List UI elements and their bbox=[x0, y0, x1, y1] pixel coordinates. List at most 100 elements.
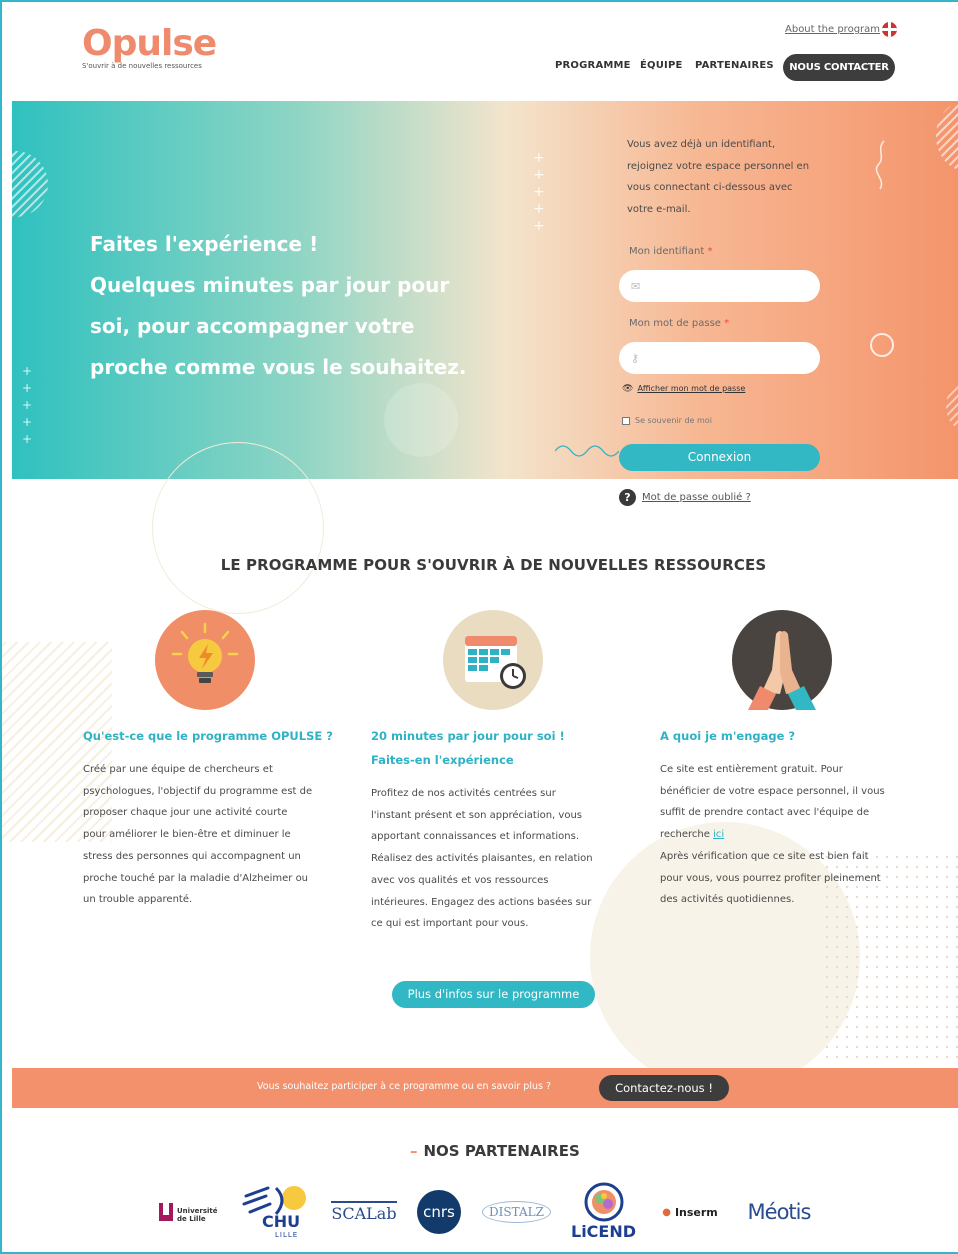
column-text: Créé par une équipe de chercheurs et psy… bbox=[83, 759, 333, 911]
text-line: apportant connaissances et informations. bbox=[371, 831, 580, 843]
partner-logo-distalz[interactable]: DISTALZ bbox=[479, 1182, 554, 1242]
hero-headline-line: proche comme vous le souhaitez. bbox=[90, 355, 467, 379]
partner-name: Université de Lille bbox=[177, 1207, 218, 1223]
remember-me-checkbox[interactable] bbox=[622, 416, 630, 425]
column-text: Profitez de nos activités centrées sur l… bbox=[371, 783, 616, 935]
column-text: Ce site est entièrement gratuit. Pour bé… bbox=[660, 759, 905, 911]
plus-pattern-decoration: + + + + + bbox=[22, 364, 33, 446]
about-program-link[interactable]: About the program bbox=[785, 24, 880, 35]
partner-logo-cnrs[interactable]: cnrs bbox=[415, 1182, 463, 1242]
calendar-clock-icon bbox=[443, 610, 543, 710]
nav-partenaires[interactable]: PARTENAIRES bbox=[695, 60, 774, 71]
partner-name: SCALab bbox=[331, 1201, 397, 1223]
logo-wordmark: Opulse bbox=[82, 23, 217, 64]
text-line: proche touché par la maladie d'Alzheimer… bbox=[83, 872, 309, 884]
identifier-label: Mon identifiant * bbox=[629, 246, 712, 257]
partner-name: Inserm bbox=[674, 1205, 718, 1219]
column-title: 20 minutes par jour pour soi ! Faites-en… bbox=[371, 724, 621, 772]
text-line: Réalisez des activités plaisantes, en re… bbox=[371, 853, 593, 865]
program-section-title: LE PROGRAMME POUR S'OUVRIR À DE NOUVELLE… bbox=[220, 556, 767, 574]
login-intro-text: Vous avez déjà un identifiant, rejoignez… bbox=[627, 134, 842, 220]
circle-decoration bbox=[152, 442, 324, 614]
logo-tagline: S'ouvrir à de nouvelles ressources bbox=[82, 62, 202, 70]
inserm-mark-icon: ● bbox=[662, 1206, 671, 1218]
ring-decoration bbox=[870, 333, 894, 357]
nav-contact-button[interactable]: NOUS CONTACTER bbox=[783, 54, 895, 81]
nav-programme[interactable]: PROGRAMME bbox=[555, 60, 631, 71]
connexion-button[interactable]: Connexion bbox=[619, 444, 820, 471]
opulse-logo[interactable]: Opulse S'ouvrir à de nouvelles ressource… bbox=[82, 23, 217, 71]
forgot-password-text: Mot de passe oublié ? bbox=[642, 492, 751, 503]
partner-name: LiCEND bbox=[571, 1222, 637, 1241]
contact-us-button[interactable]: Contactez-nous ! bbox=[599, 1075, 729, 1101]
partners-title-text: NOS PARTENAIRES bbox=[423, 1142, 580, 1160]
text-line: ce qui est important pour vous. bbox=[371, 918, 529, 930]
cta-banner: Vous souhaitez participer à ce programme… bbox=[12, 1068, 958, 1108]
cta-text: Vous souhaitez participer à ce programme… bbox=[257, 1081, 551, 1092]
password-field[interactable]: ⚷ bbox=[619, 342, 820, 374]
eye-icon: 👁 bbox=[622, 384, 634, 394]
partner-logo-licend[interactable]: LiCEND bbox=[567, 1182, 641, 1242]
stripes-decoration bbox=[946, 381, 958, 431]
required-mark: * bbox=[707, 246, 713, 257]
nav-equipe[interactable]: ÉQUIPE bbox=[640, 60, 683, 71]
text-line: Ce site est entièrement gratuit. Pour bbox=[660, 764, 843, 775]
partner-subname: LILLE bbox=[275, 1231, 299, 1239]
login-intro-line: rejoignez votre espace personnel en bbox=[627, 160, 810, 172]
hero-headline-line: Faites l'expérience ! bbox=[90, 232, 319, 256]
stripes-decoration bbox=[12, 151, 48, 217]
squiggle-decoration bbox=[875, 140, 885, 190]
more-info-button[interactable]: Plus d'infos sur le programme bbox=[392, 981, 595, 1008]
title-dash: – bbox=[410, 1142, 418, 1160]
partner-name: DISTALZ bbox=[482, 1201, 551, 1223]
login-intro-line: votre e-mail. bbox=[627, 203, 691, 215]
text-line: intérieures. Engagez des actions basées … bbox=[371, 896, 592, 908]
partner-logo-meotis[interactable]: Méotis bbox=[745, 1182, 813, 1242]
stripes-decoration bbox=[936, 101, 958, 171]
required-mark: * bbox=[724, 318, 730, 329]
password-label-text: Mon mot de passe bbox=[629, 318, 721, 329]
partner-logo-universite-lille[interactable]: Université de Lille bbox=[157, 1182, 222, 1242]
wave-decoration bbox=[555, 445, 619, 457]
show-password-link[interactable]: 👁 Afficher mon mot de passe bbox=[622, 384, 745, 394]
text-line: Créé par une équipe de chercheurs et bbox=[83, 764, 273, 775]
text-line: pour vous, vous pourrez profiter pleinem… bbox=[660, 872, 881, 884]
plus-pattern-decoration: + + + + + bbox=[533, 150, 545, 234]
text-line: suffit de prendre contact avec l'équipe … bbox=[660, 807, 870, 819]
text-line: des activités quotidiennes. bbox=[660, 894, 795, 906]
envelope-icon: ✉ bbox=[631, 280, 641, 293]
partner-name: CHU bbox=[262, 1212, 301, 1231]
text-segment: recherche bbox=[660, 829, 710, 841]
text-line: Profitez de nos activités centrées sur bbox=[371, 788, 556, 799]
hero-headline-line: Quelques minutes par jour pour bbox=[90, 273, 450, 297]
circle-decoration bbox=[384, 383, 458, 457]
lightbulb-icon bbox=[155, 610, 255, 710]
text-line: proposer chaque jour une activité courte bbox=[83, 807, 288, 819]
key-icon: ⚷ bbox=[631, 352, 640, 365]
partner-logo-chu-lille[interactable]: CHU LILLE bbox=[240, 1182, 312, 1242]
partner-logo-inserm[interactable]: ● Inserm bbox=[659, 1182, 721, 1242]
hero-banner: + + + + + + + + + + Faites l'expérience ! Quelqu… bbox=[12, 101, 958, 479]
text-line: l'instant présent et son appréciation, v… bbox=[371, 809, 582, 821]
text-line: avec vos qualités et vos ressources bbox=[371, 874, 549, 886]
column-title: A quoi je m'engage ? bbox=[660, 729, 796, 743]
contact-here-link[interactable]: ici bbox=[713, 829, 724, 840]
text-line: Après vérification que ce site est bien … bbox=[660, 850, 869, 862]
column-title-line: 20 minutes par jour pour soi ! bbox=[371, 729, 565, 743]
remember-me-label: Se souvenir de moi bbox=[635, 416, 712, 425]
hero-headline-line: soi, pour accompagner votre bbox=[90, 314, 415, 338]
remember-me[interactable]: Se souvenir de moi bbox=[622, 416, 712, 425]
page-frame: Opulse S'ouvrir à de nouvelles ressource… bbox=[0, 0, 958, 1254]
password-label: Mon mot de passe * bbox=[629, 318, 729, 329]
partner-name: cnrs bbox=[417, 1190, 461, 1234]
hands-clasp-icon bbox=[732, 610, 832, 710]
partner-name: Méotis bbox=[747, 1200, 812, 1224]
login-intro-line: vous connectant ci-dessous avec bbox=[627, 182, 793, 193]
identifier-field[interactable]: ✉ bbox=[619, 270, 820, 302]
column-title: Qu'est-ce que le programme OPULSE ? bbox=[83, 729, 333, 743]
text-line: psychologues, l'objectif du programme es… bbox=[83, 785, 313, 797]
column-title-line: Faites-en l'expérience bbox=[371, 753, 514, 767]
uk-flag-icon[interactable] bbox=[882, 22, 897, 37]
partner-logo-scalab[interactable]: SCALab bbox=[330, 1182, 398, 1242]
forgot-password-link[interactable]: ? Mot de passe oublié ? bbox=[619, 489, 751, 506]
